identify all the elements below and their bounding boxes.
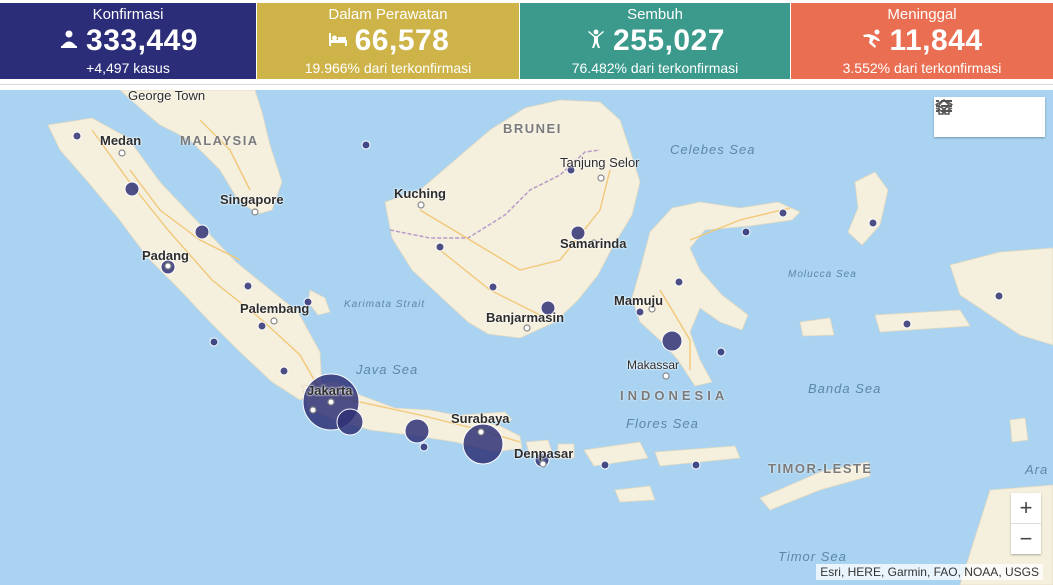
case-bubble: [419, 442, 429, 452]
recovered-title: Sembuh: [627, 6, 683, 23]
in-care-value: 66,578: [354, 24, 450, 57]
case-bubble: [361, 140, 371, 150]
person-recovered-icon: [588, 29, 605, 49]
case-bubble: [716, 347, 726, 357]
case-bubble: [778, 208, 788, 218]
city-label: Samarinda: [560, 236, 627, 251]
sea-label: Timor Sea: [778, 549, 847, 564]
deceased-card: Meninggal 11,844 3.552% dari terkonfirma…: [791, 3, 1053, 79]
case-bubble: [72, 131, 82, 141]
city-dot: [662, 372, 670, 380]
confirmed-card: Konfirmasi 333,449 +4,497 kasus: [0, 3, 256, 79]
city-label: Denpasar: [514, 446, 574, 461]
case-bubble: [674, 277, 684, 287]
zoom-out-button[interactable]: −: [1011, 524, 1041, 554]
deceased-sub: 3.552% dari terkonfirmasi: [842, 60, 1002, 76]
city-label: Padang: [142, 248, 189, 263]
case-bubble: [902, 319, 912, 329]
in-care-title: Dalam Perawatan: [328, 6, 448, 23]
city-label: Mamuju: [614, 293, 664, 308]
basemap: [0, 90, 1053, 585]
city-dot: [477, 428, 485, 436]
case-bubble: [635, 307, 645, 317]
layers-button[interactable]: [935, 97, 1045, 137]
case-bubble: [994, 291, 1004, 301]
city-label: Jakarta: [307, 383, 353, 398]
in-care-sub: 19.966% dari terkonfirmasi: [304, 60, 472, 76]
sea-label: Banda Sea: [808, 381, 882, 396]
stats-bar: Konfirmasi 333,449 +4,497 kasus Dalam Pe…: [0, 0, 1053, 79]
map-toolbar: [934, 97, 1045, 137]
city-dot: [251, 208, 259, 216]
case-bubble: [194, 224, 210, 240]
city-label: Surabaya: [451, 411, 510, 426]
case-bubble: [741, 227, 751, 237]
case-bubble: [404, 418, 430, 444]
case-bubble: [600, 460, 610, 470]
case-bubble: [243, 281, 253, 291]
city-label: Banjarmasin: [486, 310, 565, 325]
case-bubble: [435, 242, 445, 252]
city-dot: [523, 324, 531, 332]
case-bubble: [661, 330, 683, 352]
sea-label: Ara: [1025, 462, 1049, 477]
city-label: George Town: [128, 90, 206, 103]
sea-label: Karimata Strait: [344, 299, 426, 310]
person-sick-icon: [61, 30, 78, 49]
case-bubble: [488, 282, 498, 292]
city-dot: [270, 317, 278, 325]
country-label: MALAYSIA: [180, 133, 259, 148]
deceased-value: 11,844: [889, 24, 983, 57]
confirmed-sub: +4,497 kasus: [86, 60, 170, 76]
city-label: Makassar: [627, 358, 680, 372]
case-bubble: [868, 218, 878, 228]
country-label: TIMOR-LESTE: [768, 461, 873, 476]
in-care-card: Dalam Perawatan 66,578 19.966% dari terk…: [257, 3, 519, 79]
sea-label: Molucca Sea: [788, 269, 857, 280]
country-label: INDONESIA: [620, 388, 729, 403]
city-dot: [164, 262, 172, 270]
city-label: Tanjung Selor: [560, 155, 640, 170]
case-bubble: [209, 337, 219, 347]
confirmed-title: Konfirmasi: [92, 6, 164, 23]
city-dot: [597, 174, 605, 182]
sea-label: Java Sea: [356, 362, 419, 377]
city-dot: [118, 149, 126, 157]
legend-button[interactable]: [936, 97, 1008, 137]
kai-islands: [1009, 417, 1029, 443]
map-attribution: Esri, HERE, Garmin, FAO, NOAA, USGS: [816, 564, 1043, 580]
hospital-bed-icon: [328, 33, 347, 47]
city-label: Medan: [100, 133, 142, 148]
recovered-sub: 76.482% dari terkonfirmasi: [571, 60, 739, 76]
zoom-in-button[interactable]: +: [1011, 493, 1041, 523]
zoom-control: + −: [1011, 493, 1041, 554]
person-deceased-icon: [863, 29, 881, 49]
case-bubble: [279, 366, 289, 376]
city-label: Singapore: [220, 192, 284, 207]
city-dot: [417, 201, 425, 209]
layers-icon: [935, 99, 953, 114]
case-bubble: [257, 321, 267, 331]
divider: [0, 84, 1053, 85]
country-label: BRUNEI: [503, 121, 562, 136]
city-dot: [309, 406, 317, 414]
sea-label: Celebes Sea: [670, 142, 756, 157]
recovered-card: Sembuh 255,027 76.482% dari terkonfirmas…: [520, 3, 790, 79]
recovered-value: 255,027: [613, 24, 725, 57]
map-view[interactable]: George Town Medan MALAYSIA Singapore Pad…: [0, 90, 1053, 585]
sea-label: Flores Sea: [626, 416, 699, 431]
case-bubble: [336, 408, 364, 436]
city-label: Kuching: [394, 186, 446, 201]
city-dot: [327, 398, 335, 406]
confirmed-value: 333,449: [86, 24, 198, 57]
city-dot: [539, 460, 547, 468]
deceased-title: Meninggal: [887, 6, 957, 23]
case-bubble: [124, 181, 140, 197]
case-bubble: [691, 460, 701, 470]
city-label: Palembang: [240, 301, 310, 316]
